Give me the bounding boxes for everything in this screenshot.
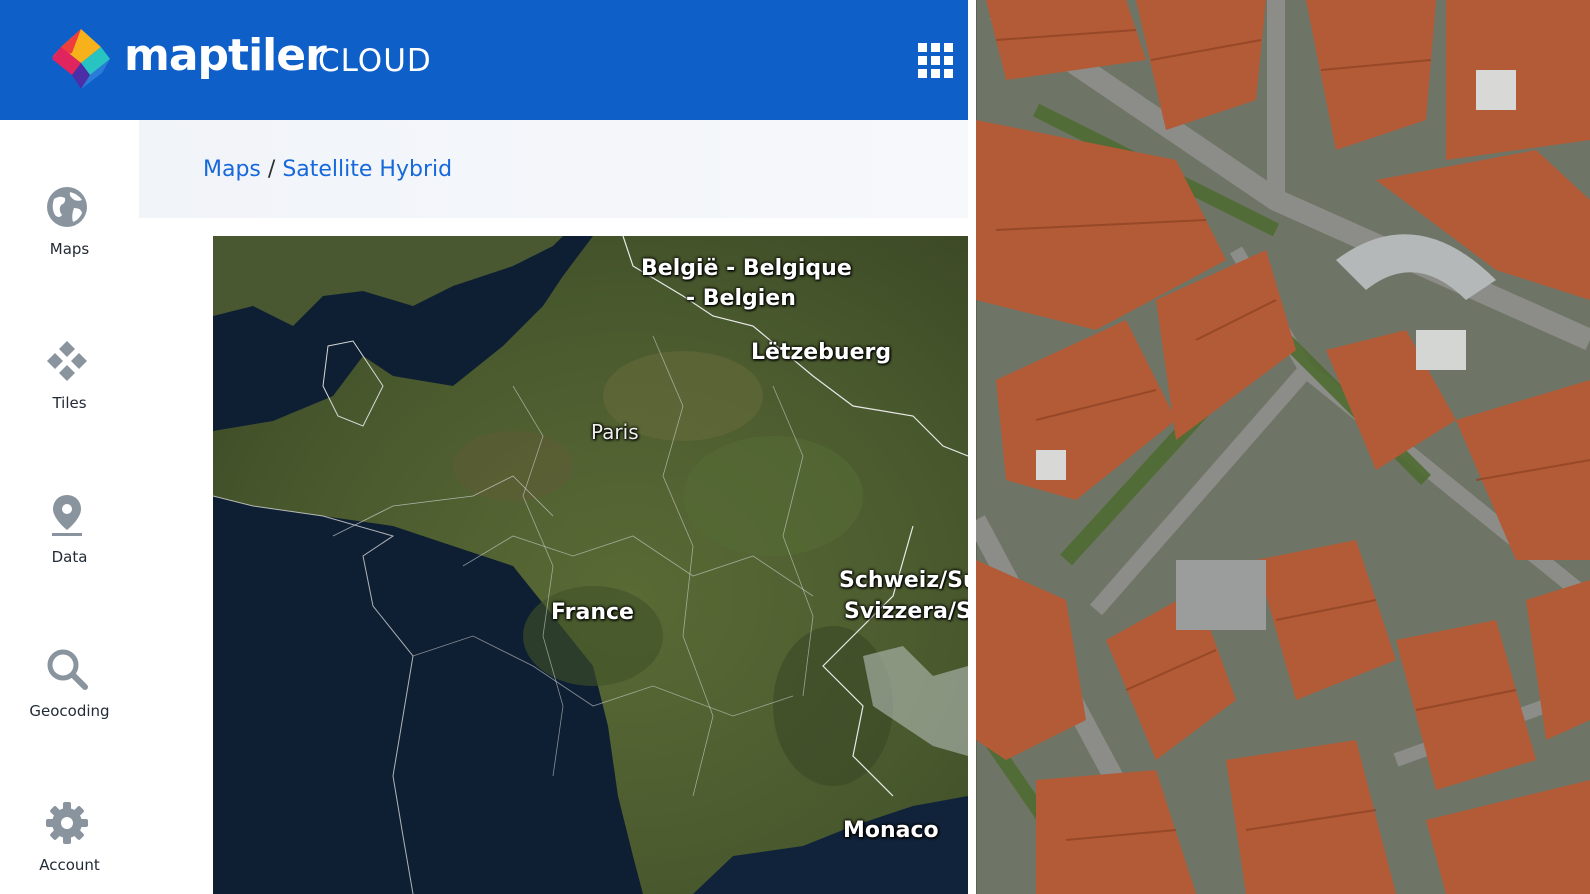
- sidebar-item-account[interactable]: Account: [0, 802, 139, 894]
- breadcrumb-bar: Maps / Satellite Hybrid: [139, 120, 968, 218]
- map-label-switzerland: Schweiz/Su: [839, 568, 968, 593]
- aerial-photo: [976, 0, 1590, 894]
- sidebar-item-tiles[interactable]: Tiles: [0, 340, 139, 450]
- search-icon: [47, 649, 88, 690]
- map-label-belgium: België - Belgique: [641, 256, 852, 281]
- map-label-belgium-de: - Belgien: [686, 286, 796, 311]
- panel-divider: [968, 0, 976, 894]
- map-label-france: France: [551, 600, 634, 625]
- brand-name: maptiler: [124, 30, 327, 81]
- grid-icon[interactable]: [918, 43, 953, 78]
- sidebar-item-label: Data: [51, 548, 88, 566]
- sidebar: Maps Tiles Data Geocoding Account: [0, 120, 139, 894]
- gear-icon: [46, 802, 88, 844]
- map-pin-icon: [52, 495, 82, 536]
- breadcrumb-maps-link[interactable]: Maps: [203, 157, 261, 182]
- maptiler-logo-icon[interactable]: [50, 27, 112, 91]
- breadcrumb-separator: /: [267, 157, 276, 182]
- sidebar-item-label: Account: [39, 856, 100, 874]
- sidebar-item-geocoding[interactable]: Geocoding: [0, 648, 139, 758]
- brand-product: CLOUD: [318, 43, 432, 79]
- globe-icon: [47, 187, 87, 227]
- sidebar-item-maps[interactable]: Maps: [0, 186, 139, 296]
- map-preview[interactable]: België - Belgique - Belgien Lëtzebuerg P…: [213, 236, 968, 894]
- map-label-switzerland-it: Svizzera/Sv: [844, 599, 968, 624]
- sidebar-item-data[interactable]: Data: [0, 494, 139, 604]
- satellite-map-image: [213, 236, 968, 894]
- sidebar-item-label: Tiles: [52, 394, 87, 412]
- sidebar-item-label: Maps: [49, 240, 90, 258]
- breadcrumb-current[interactable]: Satellite Hybrid: [282, 157, 452, 182]
- aerial-city-image: [976, 0, 1590, 894]
- sidebar-item-label: Geocoding: [29, 702, 110, 720]
- breadcrumb: Maps / Satellite Hybrid: [203, 157, 452, 182]
- map-label-paris: Paris: [591, 420, 639, 444]
- map-label-monaco: Monaco: [843, 818, 939, 843]
- map-label-luxembourg: Lëtzebuerg: [751, 340, 892, 365]
- app-header: maptiler CLOUD: [0, 0, 968, 120]
- tiles-icon: [47, 341, 87, 381]
